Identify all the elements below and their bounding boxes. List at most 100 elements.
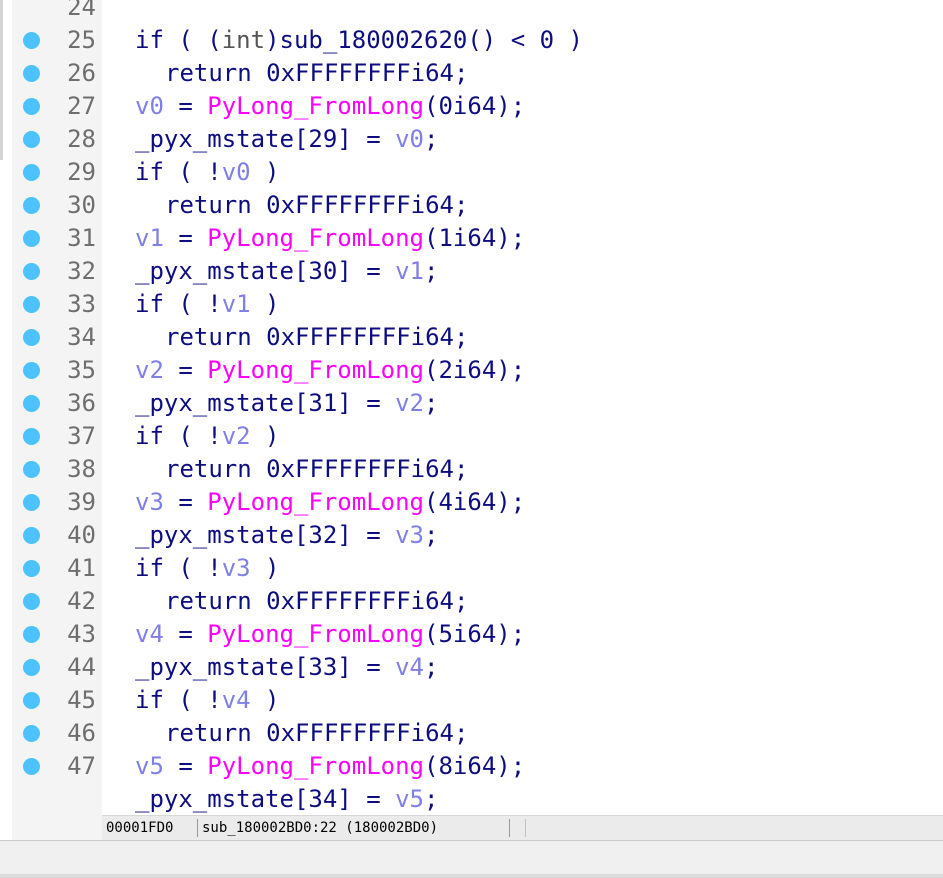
code-line[interactable]: 42 return 0xFFFFFFFFi64;: [0, 585, 943, 618]
code-text: v4 = PyLong_FromLong(5i64);: [135, 618, 525, 651]
breakpoint-dot-icon[interactable]: [23, 395, 40, 412]
code-text: v5 = PyLong_FromLong(8i64);: [135, 750, 525, 783]
code-line[interactable]: 44 _pyx_mstate[33] = v4;: [0, 651, 943, 684]
line-number: 31: [67, 224, 96, 252]
status-function-location: sub_180002BD0:22 (180002BD0): [202, 820, 439, 836]
code-line[interactable]: 40 _pyx_mstate[32] = v3;: [0, 519, 943, 552]
code-line[interactable]: 29 if ( !v0 ): [0, 156, 943, 189]
code-token: v0: [135, 92, 164, 120]
code-text: if ( !v2 ): [135, 420, 280, 453]
code-token: ( !: [163, 686, 222, 714]
code-text: if ( !v4 ): [135, 684, 280, 717]
code-token: ;: [424, 125, 439, 153]
code-text: v3 = PyLong_FromLong(4i64);: [135, 486, 525, 519]
code-token: v0: [395, 125, 424, 153]
code-token: (4i64);: [424, 488, 526, 516]
code-text: _pyx_mstate[30] = v1;: [135, 255, 438, 288]
code-text: v1 = PyLong_FromLong(1i64);: [135, 222, 525, 255]
code-line[interactable]: 37 if ( !v2 ): [0, 420, 943, 453]
breakpoint-dot-icon[interactable]: [23, 758, 40, 775]
code-line[interactable]: 30 return 0xFFFFFFFFi64;: [0, 189, 943, 222]
code-token: ): [250, 290, 280, 318]
code-line[interactable]: 46 return 0xFFFFFFFFi64;: [0, 717, 943, 750]
code-text: return 0xFFFFFFFFi64;: [135, 321, 468, 354]
breakpoint-dot-icon[interactable]: [23, 131, 40, 148]
code-token: _pyx_mstate[34] =: [135, 785, 396, 813]
code-line[interactable]: 36 _pyx_mstate[31] = v2;: [0, 387, 943, 420]
code-token: ( !: [163, 290, 222, 318]
breakpoint-dot-icon[interactable]: [23, 197, 40, 214]
line-number: 39: [67, 488, 96, 516]
line-number: 34: [67, 323, 96, 351]
code-line[interactable]: 38 return 0xFFFFFFFFi64;: [0, 453, 943, 486]
breakpoint-dot-icon[interactable]: [23, 659, 40, 676]
line-number: 25: [67, 26, 96, 54]
code-token: if: [135, 554, 164, 582]
code-token: PyLong_FromLong: [207, 356, 425, 384]
code-line[interactable]: 34 return 0xFFFFFFFFi64;: [0, 321, 943, 354]
code-line[interactable]: _pyx_mstate[34] = v5;: [0, 783, 943, 816]
code-line[interactable]: 27 v0 = PyLong_FromLong(0i64);: [0, 90, 943, 123]
line-number: 45: [67, 686, 96, 714]
code-token: ;: [424, 389, 439, 417]
breakpoint-dot-icon[interactable]: [23, 461, 40, 478]
code-token: ( !: [163, 422, 222, 450]
code-token: =: [163, 224, 208, 252]
code-text: _pyx_mstate[32] = v3;: [135, 519, 438, 552]
code-token: v3: [135, 488, 164, 516]
breakpoint-dot-icon[interactable]: [23, 494, 40, 511]
code-token: _pyx_mstate[32] =: [135, 521, 396, 549]
code-text: _pyx_mstate[29] = v0;: [135, 123, 438, 156]
code-token: return: [165, 191, 252, 219]
breakpoint-dot-icon[interactable]: [23, 296, 40, 313]
breakpoint-dot-icon[interactable]: [23, 164, 40, 181]
breakpoint-dot-icon[interactable]: [23, 65, 40, 82]
breakpoint-dot-icon[interactable]: [23, 230, 40, 247]
breakpoint-dot-icon[interactable]: [23, 527, 40, 544]
breakpoint-dot-icon[interactable]: [23, 362, 40, 379]
code-line[interactable]: 31 v1 = PyLong_FromLong(1i64);: [0, 222, 943, 255]
status-separator: [525, 819, 526, 837]
code-line[interactable]: 35 v2 = PyLong_FromLong(2i64);: [0, 354, 943, 387]
code-line[interactable]: 28 _pyx_mstate[29] = v0;: [0, 123, 943, 156]
code-token: PyLong_FromLong: [207, 620, 425, 648]
breakpoint-dot-icon[interactable]: [23, 32, 40, 49]
code-token: 0xFFFFFFFFi64;: [251, 191, 469, 219]
code-text: if ( !v1 ): [135, 288, 280, 321]
breakpoint-dot-icon[interactable]: [23, 263, 40, 280]
breakpoint-dot-icon[interactable]: [23, 428, 40, 445]
code-token: v2: [135, 356, 164, 384]
breakpoint-dot-icon[interactable]: [23, 692, 40, 709]
breakpoint-dot-icon[interactable]: [23, 626, 40, 643]
code-line[interactable]: 45 if ( !v4 ): [0, 684, 943, 717]
bottom-scrollbar-strip[interactable]: [0, 874, 943, 878]
code-token: _pyx_mstate[31] =: [135, 389, 396, 417]
code-line[interactable]: 47 v5 = PyLong_FromLong(8i64);: [0, 750, 943, 783]
code-line[interactable]: 43 v4 = PyLong_FromLong(5i64);: [0, 618, 943, 651]
line-number: 29: [67, 158, 96, 186]
breakpoint-dot-icon[interactable]: [23, 593, 40, 610]
code-token: return: [165, 719, 252, 747]
code-token: v1: [395, 257, 424, 285]
code-token: ): [250, 158, 280, 186]
code-line[interactable]: 26 return 0xFFFFFFFFi64;: [0, 57, 943, 90]
code-line[interactable]: 41 if ( !v3 ): [0, 552, 943, 585]
code-token: ;: [424, 257, 439, 285]
breakpoint-dot-icon[interactable]: [23, 329, 40, 346]
code-text: _pyx_mstate[33] = v4;: [135, 651, 438, 684]
code-line[interactable]: 33 if ( !v1 ): [0, 288, 943, 321]
code-line[interactable]: 32 _pyx_mstate[30] = v1;: [0, 255, 943, 288]
code-token: =: [163, 752, 208, 780]
code-text: v0 = PyLong_FromLong(0i64);: [135, 90, 525, 123]
breakpoint-dot-icon[interactable]: [23, 725, 40, 742]
line-number: 30: [67, 191, 96, 219]
breakpoint-dot-icon[interactable]: [23, 98, 40, 115]
line-number: 24: [67, 0, 96, 21]
code-token: return: [165, 587, 252, 615]
code-line[interactable]: 24: [0, 0, 943, 24]
breakpoint-dot-icon[interactable]: [23, 560, 40, 577]
code-line[interactable]: 25 if ( (int)sub_180002620() < 0 ): [0, 24, 943, 57]
code-token: 0xFFFFFFFFi64;: [251, 323, 469, 351]
code-token: v4: [395, 653, 424, 681]
code-line[interactable]: 39 v3 = PyLong_FromLong(4i64);: [0, 486, 943, 519]
